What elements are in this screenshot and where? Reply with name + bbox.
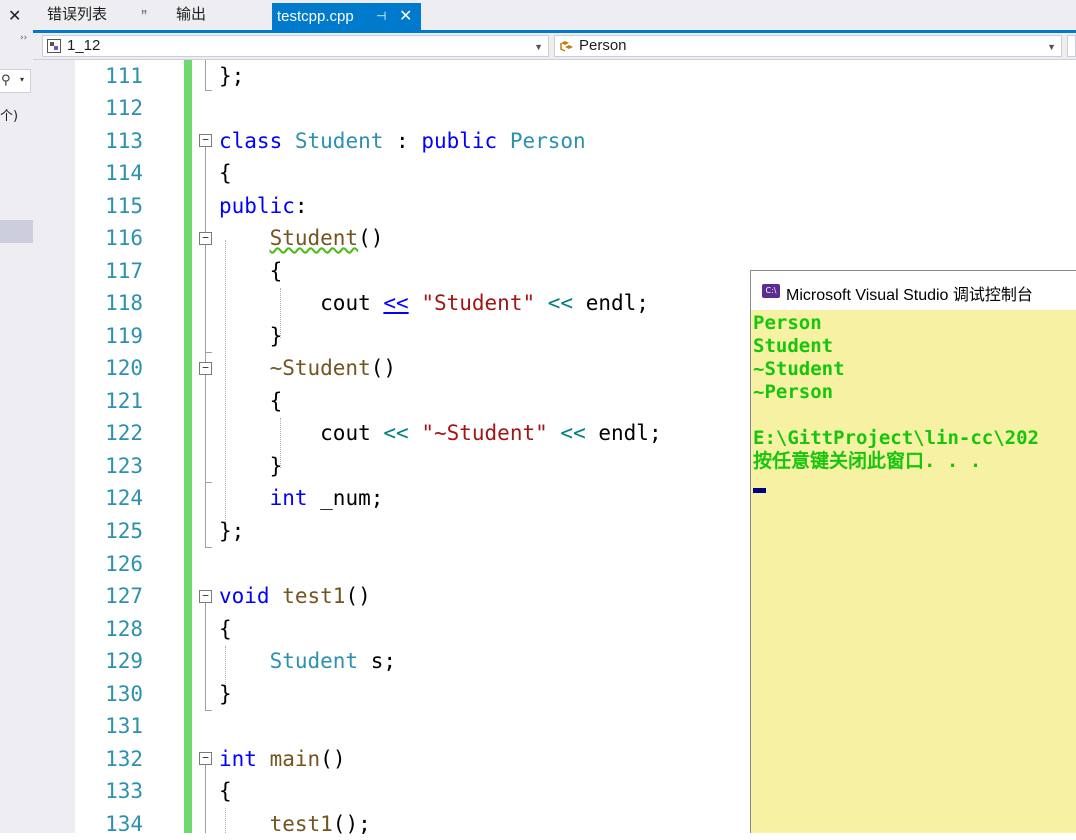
project-icon bbox=[47, 39, 61, 53]
chevron-down-icon[interactable]: ▼ bbox=[534, 37, 543, 57]
code-line: 112 bbox=[33, 92, 1076, 124]
panel-search-box[interactable]: ⚲ ▾ bbox=[0, 69, 31, 93]
tab-label: 错误列表 bbox=[47, 6, 108, 23]
line-number: 124 bbox=[105, 486, 143, 510]
project-scope-label: 1_12 bbox=[67, 37, 101, 54]
line-number: 114 bbox=[105, 161, 143, 185]
debug-console-window[interactable]: C:\ Microsoft Visual Studio 调试控制台 Person… bbox=[750, 270, 1076, 833]
tab-label: 输出 bbox=[176, 6, 207, 23]
close-icon[interactable]: ✕ bbox=[8, 6, 21, 25]
code-line: 114 { bbox=[33, 157, 1076, 189]
line-number: 132 bbox=[105, 747, 143, 771]
code-text: } bbox=[269, 324, 283, 348]
line-number: 118 bbox=[105, 291, 143, 315]
code-text: Student s; bbox=[269, 649, 397, 673]
left-tool-panel: ✕ ›› ⚲ ▾ 个) bbox=[0, 0, 34, 833]
tab-output[interactable]: 输出 bbox=[176, 0, 206, 30]
code-text: }; bbox=[219, 519, 245, 543]
navigation-bar: 1_12 ▼ Person ▼ bbox=[33, 33, 1076, 60]
chevron-down-icon[interactable]: ▾ bbox=[20, 75, 24, 84]
search-icon: ⚲ bbox=[1, 73, 11, 88]
code-text: { bbox=[219, 161, 232, 185]
line-number: 129 bbox=[105, 649, 143, 673]
line-number: 115 bbox=[105, 194, 143, 218]
line-number: 120 bbox=[105, 356, 143, 380]
line-number: 111 bbox=[105, 64, 143, 88]
document-tab-strip: 错误列表 ꟸ 输出 testcpp.cpp ⊣ ✕ bbox=[33, 0, 1076, 33]
code-text: }; bbox=[219, 64, 245, 88]
overflow-chevron-icon[interactable]: ›› bbox=[20, 33, 27, 43]
line-number: 121 bbox=[105, 389, 143, 413]
panel-selected-row[interactable] bbox=[0, 220, 33, 243]
code-text: { bbox=[269, 389, 283, 413]
line-number: 116 bbox=[105, 226, 143, 250]
code-line: 113 class Student : public Person bbox=[33, 125, 1076, 157]
code-text: } bbox=[269, 454, 283, 478]
pin-icon[interactable]: ꟸ bbox=[141, 0, 147, 30]
line-number: 119 bbox=[105, 324, 143, 348]
code-text: test1(); bbox=[269, 812, 371, 836]
code-text: cout << "Student" << endl; bbox=[320, 291, 649, 315]
code-text: { bbox=[219, 779, 232, 803]
console-cursor bbox=[753, 488, 766, 493]
code-text: class Student : public Person bbox=[219, 129, 586, 153]
line-number: 130 bbox=[105, 682, 143, 706]
code-text: cout << "~Student" << endl; bbox=[320, 421, 662, 445]
code-line: 116 Student() bbox=[33, 222, 1076, 254]
console-titlebar[interactable]: C:\ Microsoft Visual Studio 调试控制台 bbox=[751, 271, 1076, 310]
tab-label: testcpp.cpp bbox=[277, 8, 354, 25]
class-icon bbox=[560, 41, 573, 52]
console-output: Person Student ~Student ~Person E:\GittP… bbox=[753, 312, 1039, 472]
line-number: 117 bbox=[105, 259, 143, 283]
code-text: { bbox=[269, 259, 283, 283]
member-scope-label: Person bbox=[579, 37, 627, 54]
code-text: Student() bbox=[269, 226, 384, 250]
line-number: 127 bbox=[105, 584, 143, 608]
line-number: 123 bbox=[105, 454, 143, 478]
tab-testcpp[interactable]: testcpp.cpp ⊣ ✕ bbox=[272, 3, 421, 30]
line-number: 131 bbox=[105, 714, 143, 738]
chevron-down-icon[interactable]: ▼ bbox=[1047, 37, 1056, 57]
code-text: int main() bbox=[219, 747, 346, 771]
tab-error-list[interactable]: 错误列表 ꟸ bbox=[47, 0, 147, 30]
close-icon[interactable]: ✕ bbox=[399, 3, 412, 30]
line-number: 122 bbox=[105, 421, 143, 445]
code-text: ~Student() bbox=[269, 356, 397, 380]
pin-icon[interactable]: ⊣ bbox=[376, 3, 386, 30]
code-text: void test1() bbox=[219, 584, 371, 608]
code-line: 111 }; bbox=[33, 60, 1076, 92]
code-text: public: bbox=[219, 194, 308, 218]
panel-text-fragment: 个) bbox=[0, 109, 19, 124]
line-number: 134 bbox=[105, 812, 143, 836]
line-number: 113 bbox=[105, 129, 143, 153]
line-number: 128 bbox=[105, 617, 143, 641]
code-line: 115 public: bbox=[33, 190, 1076, 222]
line-number: 112 bbox=[105, 96, 143, 120]
third-scope-dropdown[interactable] bbox=[1067, 35, 1076, 57]
line-number: 133 bbox=[105, 779, 143, 803]
member-scope-dropdown[interactable]: Person ▼ bbox=[554, 35, 1062, 57]
line-number: 126 bbox=[105, 552, 143, 576]
code-text: } bbox=[219, 682, 232, 706]
line-number: 125 bbox=[105, 519, 143, 543]
console-app-icon: C:\ bbox=[762, 284, 780, 298]
code-text: { bbox=[219, 617, 232, 641]
project-scope-dropdown[interactable]: 1_12 ▼ bbox=[42, 35, 549, 57]
code-text: int _num; bbox=[269, 486, 384, 510]
console-title: Microsoft Visual Studio 调试控制台 bbox=[786, 287, 1033, 304]
